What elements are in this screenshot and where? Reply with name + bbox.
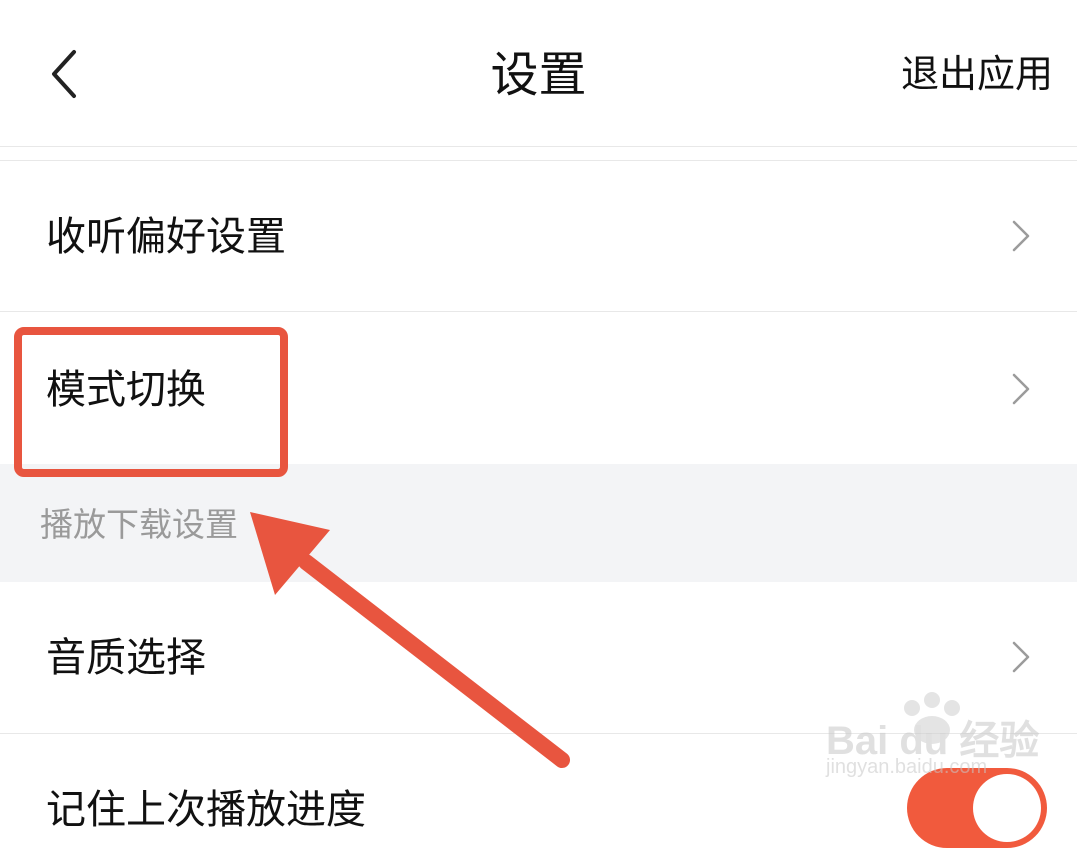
- remember-progress-toggle[interactable]: [907, 768, 1047, 848]
- chevron-right-icon: [1012, 220, 1030, 252]
- chevron-right-icon: [1012, 373, 1030, 405]
- section-label: 播放下载设置: [40, 505, 238, 544]
- toggle-knob: [973, 774, 1041, 842]
- row-label: 音质选择: [46, 635, 206, 681]
- audio-quality-row[interactable]: 音质选择: [0, 582, 1077, 732]
- exit-app-button[interactable]: 退出应用: [901, 46, 1053, 102]
- app-header: 设置 退出应用: [0, 0, 1077, 147]
- chevron-right-icon: [1012, 641, 1030, 673]
- row-label: 记住上次播放进度: [46, 787, 366, 833]
- section-header: 播放下载设置: [0, 464, 1077, 582]
- row-label: 模式切换: [46, 367, 206, 413]
- mode-switch-row[interactable]: 模式切换: [0, 312, 1077, 464]
- row-label: 收听偏好设置: [46, 214, 286, 260]
- divider: [0, 146, 1077, 147]
- listening-preferences-row[interactable]: 收听偏好设置: [0, 161, 1077, 311]
